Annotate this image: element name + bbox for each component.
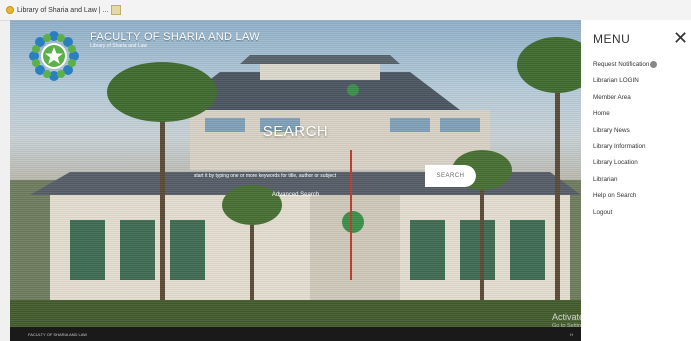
menu-item-request-notification[interactable]: Request Notification <box>593 60 658 76</box>
advanced-search-link[interactable]: Advanced Search <box>10 192 581 198</box>
hero-banner: FACULTY OF SHARIA AND LAW Library of Sha… <box>10 20 581 327</box>
side-menu: MENU ✕ Request Notification Librarian LO… <box>581 20 691 341</box>
search-bar: SEARCH <box>105 165 476 187</box>
menu-heading: MENU <box>593 32 631 46</box>
site-title[interactable]: FACULTY OF SHARIA AND LAW <box>90 31 260 43</box>
menu-item-member-area[interactable]: Member Area <box>593 93 657 109</box>
menu-item-library-location[interactable]: Library Location <box>593 158 657 174</box>
menu-item-library-news[interactable]: Library News <box>593 126 657 142</box>
favicon-icon <box>6 6 14 14</box>
site-subtitle: Library of Sharia and Law <box>90 43 147 49</box>
faculty-logo[interactable] <box>28 30 80 82</box>
menu-list: Request Notification Librarian LOGIN Mem… <box>593 60 658 224</box>
footer-bar: FACULTY OF SHARIA AND LAW H <box>10 327 581 341</box>
menu-item-librarian[interactable]: Librarian <box>593 175 657 191</box>
footer-text: FACULTY OF SHARIA AND LAW <box>28 332 88 337</box>
browser-tab-bar: Library of Sharia and Law | ... × <box>0 0 691 21</box>
search-button[interactable]: SEARCH <box>425 165 476 187</box>
tab-title: Library of Sharia and Law | ... <box>17 6 109 14</box>
menu-item-librarian-login[interactable]: Librarian LOGIN <box>593 76 657 92</box>
footer-right-text: H <box>570 332 573 337</box>
menu-item-home[interactable]: Home <box>593 109 657 125</box>
activate-windows-watermark: Activate Windows <box>552 312 624 322</box>
menu-item-library-information[interactable]: Library Information <box>593 142 657 158</box>
notification-icon <box>650 60 658 68</box>
search-heading: SEARCH <box>262 123 329 140</box>
close-icon[interactable]: ✕ <box>673 28 688 48</box>
activate-windows-hint: Go to Settings to activate Windows. <box>552 323 639 329</box>
new-tab-icon[interactable] <box>111 5 121 15</box>
search-input[interactable] <box>105 165 425 187</box>
menu-item-help-on-search[interactable]: Help on Search <box>593 191 657 207</box>
menu-item-logout[interactable]: Logout <box>593 208 657 224</box>
browser-tab[interactable]: Library of Sharia and Law | ... × <box>6 3 117 17</box>
